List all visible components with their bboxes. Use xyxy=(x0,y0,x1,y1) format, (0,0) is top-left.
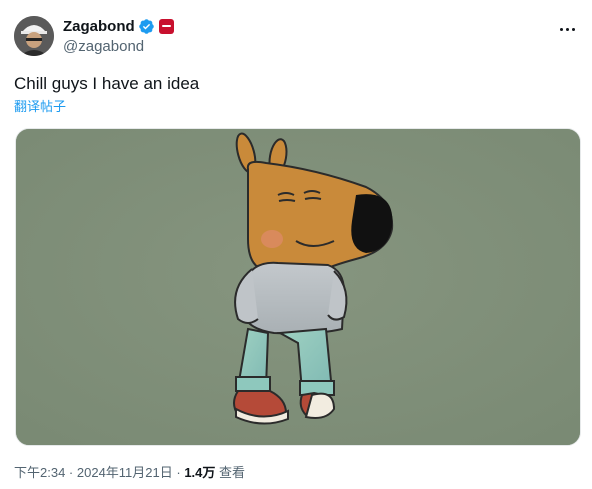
tweet-time[interactable]: 下午2:34 xyxy=(14,465,65,480)
tweet-header: Zagabond @zagabond xyxy=(14,14,580,58)
tweet-text: Chill guys I have an idea xyxy=(14,74,200,93)
affiliate-badge-icon[interactable] xyxy=(158,18,174,34)
tweet-image[interactable] xyxy=(15,128,581,446)
avatar[interactable] xyxy=(14,16,54,56)
tweet-date[interactable]: 2024年11月21日 xyxy=(77,465,173,480)
meta-separator: · xyxy=(172,465,185,480)
views-label: 查看 xyxy=(215,465,246,480)
meta-separator: · xyxy=(65,465,77,480)
chill-dog-illustration xyxy=(16,129,580,445)
tweet-meta: 下午2:34 · 2024年11月21日 · 1.4万 查看 xyxy=(14,465,245,481)
more-options-icon[interactable] xyxy=(554,18,580,40)
verified-badge-icon xyxy=(138,18,155,35)
views-count: 1.4万 xyxy=(184,465,216,480)
author-names: Zagabond @zagabond xyxy=(63,16,174,56)
author-display-name[interactable]: Zagabond xyxy=(63,18,135,35)
translate-post-link[interactable]: 翻译帖子 xyxy=(14,99,66,115)
author-handle[interactable]: @zagabond xyxy=(63,38,174,56)
